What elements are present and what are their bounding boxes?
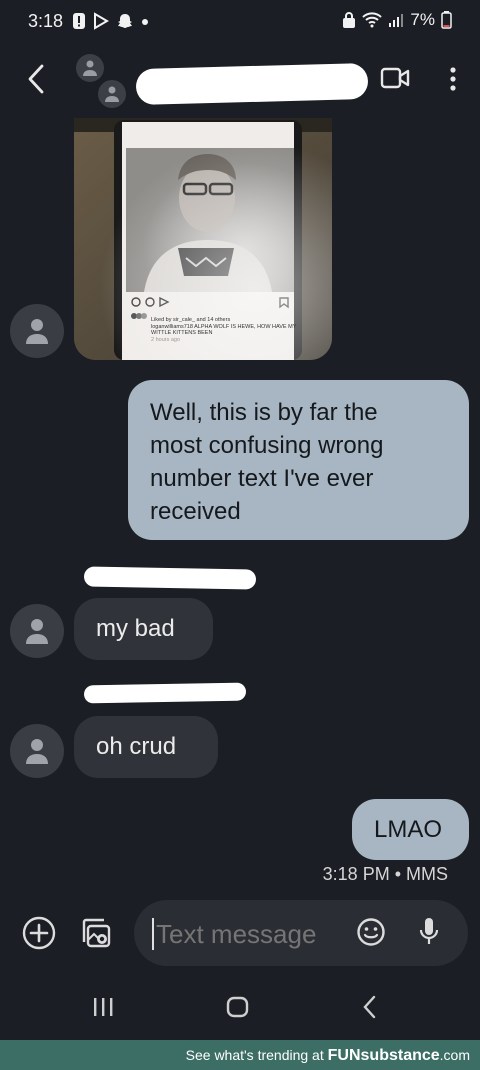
message-bubble-outgoing[interactable]: Well, this is by far the most confusing … (128, 380, 469, 540)
message-line: most confusing wrong (150, 432, 384, 459)
avatar (76, 54, 104, 82)
microphone-icon (419, 918, 439, 944)
signal-icon (389, 14, 404, 27)
system-status: 7% (342, 10, 452, 30)
status-bar: 3:18 7% (0, 0, 480, 44)
sender-name-redacted (83, 566, 257, 590)
caption-text: loganwilliams718 ALPHA WOLF IS HEWE, HOW… (151, 323, 297, 337)
play-store-icon (94, 12, 109, 30)
contact-name-redacted[interactable] (135, 62, 369, 106)
chevron-left-icon (28, 64, 44, 94)
watermark-banner[interactable]: See what's trending at FUNsubstance.com (0, 1040, 480, 1070)
emoji-button[interactable] (356, 917, 386, 952)
lock-icon (343, 12, 356, 28)
posted-time: 2 hours ago (151, 336, 181, 343)
person-icon (26, 739, 48, 764)
sender-avatar[interactable] (10, 604, 64, 658)
back-button[interactable] (24, 62, 50, 96)
battery-icon (441, 11, 452, 29)
plus-circle-icon (22, 916, 56, 950)
avatar (96, 78, 128, 110)
gallery-camera-button[interactable] (78, 916, 112, 955)
sender-name-redacted (83, 682, 247, 704)
alert-icon (73, 13, 85, 29)
message-line: number text I've ever (150, 465, 374, 492)
watermark-suffix: .com (439, 1047, 470, 1063)
message-input[interactable] (154, 912, 354, 956)
message-text: LMAO (374, 816, 443, 843)
system-nav-bar (0, 980, 480, 1040)
more-vertical-icon (450, 67, 456, 91)
add-attachment-button[interactable] (22, 916, 56, 955)
sender-avatar[interactable] (10, 724, 64, 778)
battery-percent: 7% (410, 10, 435, 29)
message-line: received (150, 498, 241, 525)
home-button[interactable] (226, 996, 250, 1023)
recent-apps-icon (94, 998, 113, 1016)
person-icon (26, 319, 48, 344)
dot-icon (142, 19, 148, 25)
emoji-icon (357, 918, 385, 946)
wifi-icon (362, 12, 383, 28)
message-bubble-outgoing[interactable]: LMAO (352, 799, 469, 860)
message-text: my bad (96, 615, 175, 642)
watermark-prefix: See what's trending at (185, 1047, 328, 1063)
snapchat-icon (118, 14, 132, 28)
gallery-camera-icon (82, 918, 111, 948)
notification-icons (72, 12, 150, 30)
message-text: oh crud (96, 733, 177, 760)
person-icon (105, 86, 119, 102)
watermark-brand-fun: FUN (327, 1047, 361, 1064)
message-text: Well, this is by far the most confusing … (150, 396, 383, 528)
person-icon (26, 619, 48, 644)
more-options-button[interactable] (448, 66, 458, 97)
status-time: 3:18 (28, 11, 64, 31)
message-line: Well, this is by far the (150, 399, 378, 426)
image-attachment[interactable]: Liked by sir_cale_ and 14 others loganwi… (74, 118, 332, 360)
video-call-button[interactable] (380, 66, 410, 95)
watermark-text: See what's trending at FUNsubstance.com (186, 1047, 470, 1065)
watermark-brand-rest: substance (360, 1047, 440, 1064)
message-bubble-incoming[interactable]: oh crud (74, 716, 218, 778)
message-composer[interactable] (134, 900, 468, 966)
voice-input-button[interactable] (418, 916, 440, 953)
video-camera-icon (380, 67, 410, 89)
nav-back-button[interactable] (362, 995, 378, 1024)
chevron-left-icon (363, 995, 376, 1019)
recent-apps-button[interactable] (92, 996, 114, 1023)
image-caption: Liked by sir_cale_ and 14 others loganwi… (151, 317, 301, 343)
home-icon (226, 996, 249, 1018)
message-timestamp: 3:18 PM • MMS (322, 864, 448, 884)
person-icon (83, 60, 97, 76)
sender-avatar[interactable] (10, 304, 64, 358)
group-avatar[interactable] (74, 54, 134, 110)
message-bubble-incoming[interactable]: my bad (74, 598, 213, 660)
